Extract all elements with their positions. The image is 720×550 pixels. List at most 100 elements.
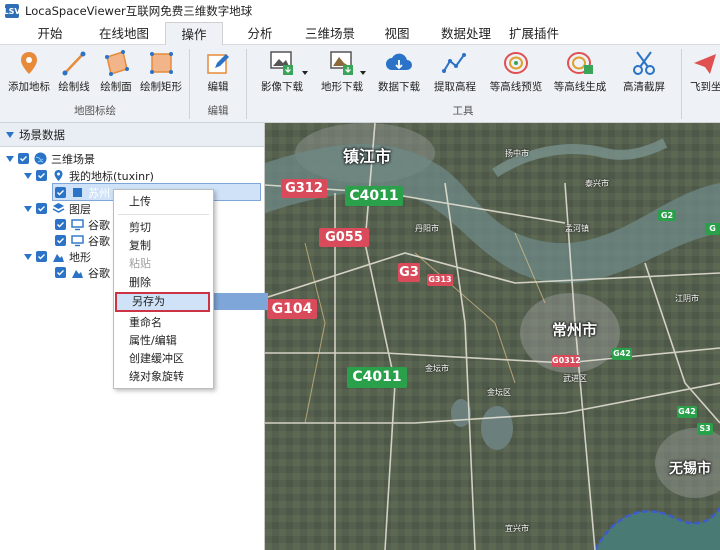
city-label: 无锡市 bbox=[669, 461, 711, 477]
tab-data-processing[interactable]: 数据处理 bbox=[428, 22, 504, 45]
menu-item-save-as[interactable]: 另存为 bbox=[115, 292, 210, 312]
tab-extensions[interactable]: 扩展插件 bbox=[504, 22, 564, 45]
menu-item-delete[interactable]: 删除 bbox=[114, 273, 213, 292]
placemark-icon bbox=[21, 52, 37, 74]
tree-label: 图层 bbox=[69, 202, 91, 216]
checkbox[interactable] bbox=[55, 267, 66, 278]
menu-item-rename[interactable]: 重命名 bbox=[114, 313, 213, 332]
menu-item-properties[interactable]: 属性/编辑 bbox=[114, 331, 213, 350]
dropdown-arrow-icon[interactable] bbox=[360, 71, 366, 75]
tree-node-terrain[interactable]: 地形 bbox=[24, 248, 91, 265]
menu-item-copy[interactable]: 复制 bbox=[114, 236, 213, 255]
tab-start[interactable]: 开始 bbox=[20, 22, 80, 45]
contour-preview-button[interactable]: 等高线预览 bbox=[486, 49, 546, 97]
draw-line-button[interactable]: 绘制线 bbox=[54, 49, 94, 97]
tree-node-layer-item[interactable]: 谷歌 bbox=[55, 232, 110, 249]
fly-to-coordinate-button[interactable]: 飞到坐 bbox=[690, 49, 720, 97]
terrain-icon bbox=[53, 254, 64, 262]
road-shield: G42 bbox=[612, 348, 632, 360]
menu-item-paste: 粘贴 bbox=[129, 257, 151, 270]
expand-arrow-icon[interactable] bbox=[24, 172, 32, 179]
map-view[interactable]: 镇江市 常州市 无锡市 G312 C4011 G055 G3 G104 C401… bbox=[265, 123, 720, 550]
menu-item-cut[interactable]: 剪切 bbox=[114, 218, 213, 237]
checkbox[interactable] bbox=[55, 235, 66, 246]
tree-label: 三维场景 bbox=[51, 152, 95, 166]
menu-item-create-buffer[interactable]: 创建缓冲区 bbox=[114, 349, 213, 368]
tree-node-layers[interactable]: 图层 bbox=[24, 200, 91, 217]
checkbox[interactable] bbox=[36, 251, 47, 262]
tab-3d-scene[interactable]: 三维场景 bbox=[294, 22, 366, 45]
road-shield: C4011 bbox=[345, 186, 403, 206]
panel-title: 场景数据 bbox=[19, 127, 65, 142]
tab-view[interactable]: 视图 bbox=[372, 22, 422, 45]
tree-label: 我的地标(tuxinr) bbox=[69, 169, 154, 183]
app-icon: LSV bbox=[3, 4, 21, 18]
monitor-icon bbox=[71, 219, 84, 231]
road-shield: G3 bbox=[398, 263, 420, 282]
tree-label: 谷歌 bbox=[88, 218, 110, 232]
tree-node-placemark[interactable]: 苏州 bbox=[55, 184, 110, 201]
expand-arrow-icon[interactable] bbox=[24, 253, 32, 260]
contour-generate-button[interactable]: 等高线生成 bbox=[550, 49, 610, 97]
city-label: 常州市 bbox=[552, 321, 598, 339]
menu-bar: 开始 在线地图 操作 分析 三维场景 视图 数据处理 扩展插件 bbox=[0, 22, 720, 45]
town-label: 武进区 bbox=[563, 374, 587, 383]
hd-screenshot-button[interactable]: 高清截屏 bbox=[616, 49, 672, 97]
edit-button[interactable]: 编辑 bbox=[196, 49, 240, 97]
town-label: 孟河镇 bbox=[565, 224, 589, 233]
tree-node-3d-scene[interactable]: 三维场景 bbox=[6, 150, 95, 167]
tab-operations[interactable]: 操作 bbox=[165, 22, 223, 45]
terrain-icon bbox=[72, 270, 83, 278]
checkbox[interactable] bbox=[18, 153, 29, 164]
image-download-icon bbox=[270, 51, 293, 75]
tab-analysis[interactable]: 分析 bbox=[232, 22, 288, 45]
draw-rectangle-button[interactable]: 绘制矩形 bbox=[138, 49, 184, 97]
tab-online-map[interactable]: 在线地图 bbox=[88, 22, 160, 45]
road-shield: G0312 bbox=[552, 355, 581, 367]
city-label: 镇江市 bbox=[343, 147, 392, 166]
context-menu: 上传 剪切 复制 粘贴 删除 另存为 重命名 属性/编辑 创建缓冲区 绕对象旋转 bbox=[113, 189, 214, 389]
tree-node-my-placemarks[interactable]: 我的地标(tuxinr) bbox=[24, 167, 154, 184]
menu-item-upload[interactable]: 上传 bbox=[114, 192, 213, 211]
collapse-arrow-icon[interactable] bbox=[6, 131, 14, 138]
group-label-plotting: 地图标绘 bbox=[74, 105, 116, 117]
checkbox[interactable] bbox=[36, 203, 47, 214]
layers-icon bbox=[52, 203, 65, 213]
globe-icon bbox=[34, 152, 47, 165]
checkbox[interactable] bbox=[55, 187, 66, 198]
road-shield: G055 bbox=[319, 228, 369, 247]
draw-polygon-button[interactable]: 绘制面 bbox=[96, 49, 136, 97]
ribbon-toolbar: 添加地标 绘制线 绘制面 绘制矩形 地图标绘 编辑 编辑 影像下载 地形下载 数… bbox=[0, 45, 720, 123]
road-shield: G313 bbox=[427, 274, 453, 286]
menu-separator bbox=[118, 214, 209, 215]
town-label: 扬中市 bbox=[505, 149, 529, 158]
dropdown-arrow-icon[interactable] bbox=[302, 71, 308, 75]
expand-arrow-icon[interactable] bbox=[24, 205, 32, 212]
satellite-imagery bbox=[265, 123, 720, 550]
menu-item-rotate-around[interactable]: 绕对象旋转 bbox=[114, 367, 213, 386]
checkbox[interactable] bbox=[36, 170, 47, 181]
tree-node-terrain-item[interactable]: 谷歌 bbox=[55, 264, 110, 281]
cloud-download-icon bbox=[386, 53, 412, 70]
town-label: 金坛市 bbox=[425, 364, 449, 373]
ribbon-separator bbox=[189, 49, 190, 119]
road-shield: G42 bbox=[677, 406, 697, 418]
extract-elevation-button[interactable]: 提取高程 bbox=[430, 49, 480, 97]
contour-preview-icon bbox=[504, 52, 528, 74]
expand-arrow-icon[interactable] bbox=[6, 155, 14, 162]
add-placemark-button[interactable]: 添加地标 bbox=[6, 49, 52, 97]
placemark-item-icon bbox=[73, 188, 82, 197]
data-download-button[interactable]: 数据下载 bbox=[374, 49, 424, 97]
polygon-icon bbox=[105, 50, 129, 76]
panel-header[interactable]: 场景数据 bbox=[0, 123, 264, 147]
group-label-edit: 编辑 bbox=[207, 105, 229, 117]
rectangle-icon bbox=[150, 52, 173, 74]
tree-node-layer-item[interactable]: 谷歌 bbox=[55, 216, 110, 233]
ribbon-separator bbox=[246, 49, 247, 119]
plane-icon bbox=[694, 54, 716, 74]
elevation-icon bbox=[442, 53, 466, 73]
town-label: 江阴市 bbox=[675, 294, 699, 303]
checkbox[interactable] bbox=[55, 219, 66, 230]
road-shield: C4011 bbox=[347, 367, 407, 388]
tree-label: 地形 bbox=[69, 250, 91, 264]
